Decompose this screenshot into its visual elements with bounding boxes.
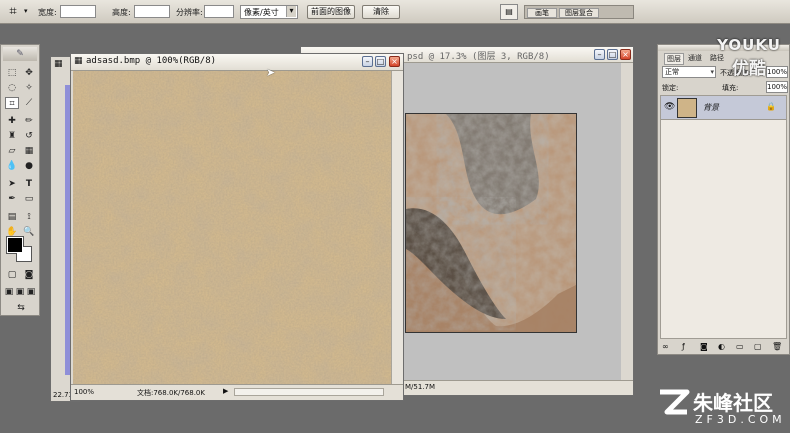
healing-icon[interactable]: ✚ [5, 115, 19, 127]
close-icon[interactable]: × [620, 49, 631, 60]
path-select-icon[interactable]: ➤ [5, 178, 19, 190]
sand-texture-image [73, 71, 391, 385]
status-arrow-icon[interactable]: ▶ [223, 387, 228, 395]
pen-icon[interactable]: ✒ [5, 193, 19, 205]
crop-tool-icon[interactable]: ⌗ [5, 97, 19, 109]
width-field[interactable] [60, 5, 96, 18]
layer-style-icon[interactable]: ƒ [682, 342, 685, 351]
type-icon[interactable]: T [22, 178, 36, 190]
layer-thumbnail [677, 98, 697, 118]
document-icon: ▦ [74, 56, 83, 66]
close-icon[interactable]: × [389, 56, 400, 67]
mouse-cursor-icon: ➤ [266, 66, 276, 79]
width-label: 宽度: [38, 8, 57, 17]
crop-icon[interactable]: ⌗ [4, 3, 22, 20]
tab-layers[interactable]: 图层 [664, 53, 684, 65]
site-domain: ZF3D.COM [695, 413, 786, 426]
lock-icon: 🔒 [766, 102, 776, 111]
link-layers-icon[interactable]: ∞ [662, 342, 669, 351]
foreground-color-swatch-top [7, 237, 23, 253]
layer-row-background[interactable]: 👁 背景 🔒 [661, 96, 786, 120]
chevron-down-icon: ▾ [286, 6, 296, 17]
doc-window-front: ▦ adsasd.bmp @ 100%(RGB/8) – □ × 100% 文档… [70, 53, 404, 401]
minimize-icon[interactable]: – [594, 49, 605, 60]
screen-mode-3-icon[interactable]: ▣ [26, 286, 36, 298]
options-bar: ⌗ ▾ 宽度: 高度: 分辨率: 像素/英寸 ▾ 前面的图像 清除 ▤ 画笔 图… [0, 0, 790, 24]
doc-front-zoom[interactable]: 100% [74, 388, 94, 396]
stamp-icon[interactable]: ♜ [5, 130, 19, 142]
brush-icon[interactable]: ✏ [22, 115, 36, 127]
magic-wand-icon[interactable]: ✧ [22, 82, 36, 94]
shape-icon[interactable]: ▭ [22, 193, 36, 205]
new-layer-icon[interactable]: ▢ [754, 342, 762, 351]
tool-preset-chevron-icon[interactable]: ▾ [24, 7, 28, 15]
vertical-scrollbar[interactable] [391, 71, 403, 385]
rock-texture-canvas[interactable] [405, 113, 577, 333]
resolution-label: 分辨率: [176, 8, 203, 17]
blur-icon[interactable]: 💧 [5, 160, 19, 172]
youku-watermark: YOUKU 优酷 [708, 36, 790, 80]
height-field[interactable] [134, 5, 170, 18]
zf3d-watermark: 朱峰社区 ZF3D.COM [655, 383, 790, 433]
jump-to-imageready-icon[interactable]: ⇆ [11, 302, 31, 314]
site-name: 朱峰社区 [693, 391, 773, 415]
gradient-icon[interactable]: ▦ [22, 145, 36, 157]
doc-back-size: M/51.7M [405, 383, 436, 391]
layer-list: 👁 背景 🔒 [660, 95, 787, 339]
front-image-button[interactable]: 前面的图像 [307, 5, 355, 19]
tab-channels[interactable]: 通道 [688, 53, 702, 63]
doc-front-statusbar: 100% 文档:768.0K/768.0K ▶ [71, 384, 403, 400]
new-group-icon[interactable]: ▭ [736, 342, 744, 351]
palette-tab-layer-comps[interactable]: 图层复合 [559, 8, 599, 18]
quick-mask-icon[interactable]: ◙ [22, 269, 36, 281]
standard-mode-icon[interactable]: ▢ [5, 269, 19, 281]
layer-name[interactable]: 背景 [703, 102, 719, 113]
doc-front-size: 文档:768.0K/768.0K [137, 389, 205, 397]
doc-front-titlebar[interactable]: ▦ adsasd.bmp @ 100%(RGB/8) – □ × [71, 54, 403, 71]
toolbox: ✎ ⬚ ✥ ◌ ✧ ⌗ ⟋ ✚ ✏ ♜ ↺ ▱ ▦ 💧 ● ➤ T ✒ ▭ ▤ … [0, 44, 40, 316]
resolution-field[interactable] [204, 5, 234, 18]
slice-icon[interactable]: ⟋ [22, 97, 36, 109]
adjustment-layer-icon[interactable]: ◐ [718, 342, 725, 351]
youku-latin: YOUKU [717, 36, 781, 54]
marquee-icon[interactable]: ⬚ [5, 67, 19, 79]
palette-well: 画笔 图层复合 [524, 5, 634, 19]
eye-icon[interactable]: 👁 [664, 102, 675, 112]
maximize-icon[interactable]: □ [375, 56, 386, 67]
history-brush-icon[interactable]: ↺ [22, 130, 36, 142]
eraser-icon[interactable]: ▱ [5, 145, 19, 157]
layers-footer: ∞ ƒ ◙ ◐ ▭ ▢ 🗑 [660, 341, 787, 353]
maximize-icon[interactable]: □ [607, 49, 618, 60]
resolution-unit-select[interactable]: 像素/英寸 ▾ [240, 5, 298, 19]
palette-well-icon[interactable]: ▤ [500, 4, 518, 20]
lock-label: 锁定: [662, 84, 679, 92]
screen-mode-2-icon[interactable]: ▣ [15, 286, 25, 298]
trash-icon[interactable]: 🗑 [772, 342, 782, 351]
eyedropper-icon[interactable]: ⟟ [22, 211, 36, 223]
zoom-icon[interactable]: 🔍 [22, 226, 36, 238]
zf3d-logo-icon [660, 389, 690, 415]
layer-mask-icon[interactable]: ◙ [700, 342, 708, 351]
palette-tab-brushes[interactable]: 画笔 [527, 8, 557, 18]
dodge-icon[interactable]: ● [22, 160, 36, 172]
screen-mode-1-icon[interactable]: ▣ [4, 286, 14, 298]
move-icon[interactable]: ✥ [22, 67, 36, 79]
rock-texture-image [406, 114, 576, 332]
youku-cn: 优酷 [732, 59, 766, 79]
lasso-icon[interactable]: ◌ [5, 82, 19, 94]
height-label: 高度: [112, 8, 131, 17]
minimize-icon[interactable]: – [362, 56, 373, 67]
doc-front-title: adsasd.bmp @ 100%(RGB/8) [86, 56, 217, 66]
clear-button[interactable]: 清除 [362, 5, 400, 19]
fill-field[interactable]: 100% [766, 81, 788, 93]
doc-back-title: psd @ 17.3% (图层 3, RGB/8) [407, 52, 550, 62]
sand-texture-canvas[interactable] [73, 71, 391, 385]
horizontal-scrollbar[interactable] [234, 388, 384, 396]
fill-label: 填充: [722, 84, 739, 92]
layers-panel: 图层 通道 路径 正常 ▾ 不透明度: 100% 锁定: 填充: 100% 👁 … [657, 44, 790, 355]
document-icon: ▦ [54, 59, 63, 69]
feather-logo-icon[interactable]: ✎ [3, 47, 37, 61]
notes-icon[interactable]: ▤ [5, 211, 19, 223]
